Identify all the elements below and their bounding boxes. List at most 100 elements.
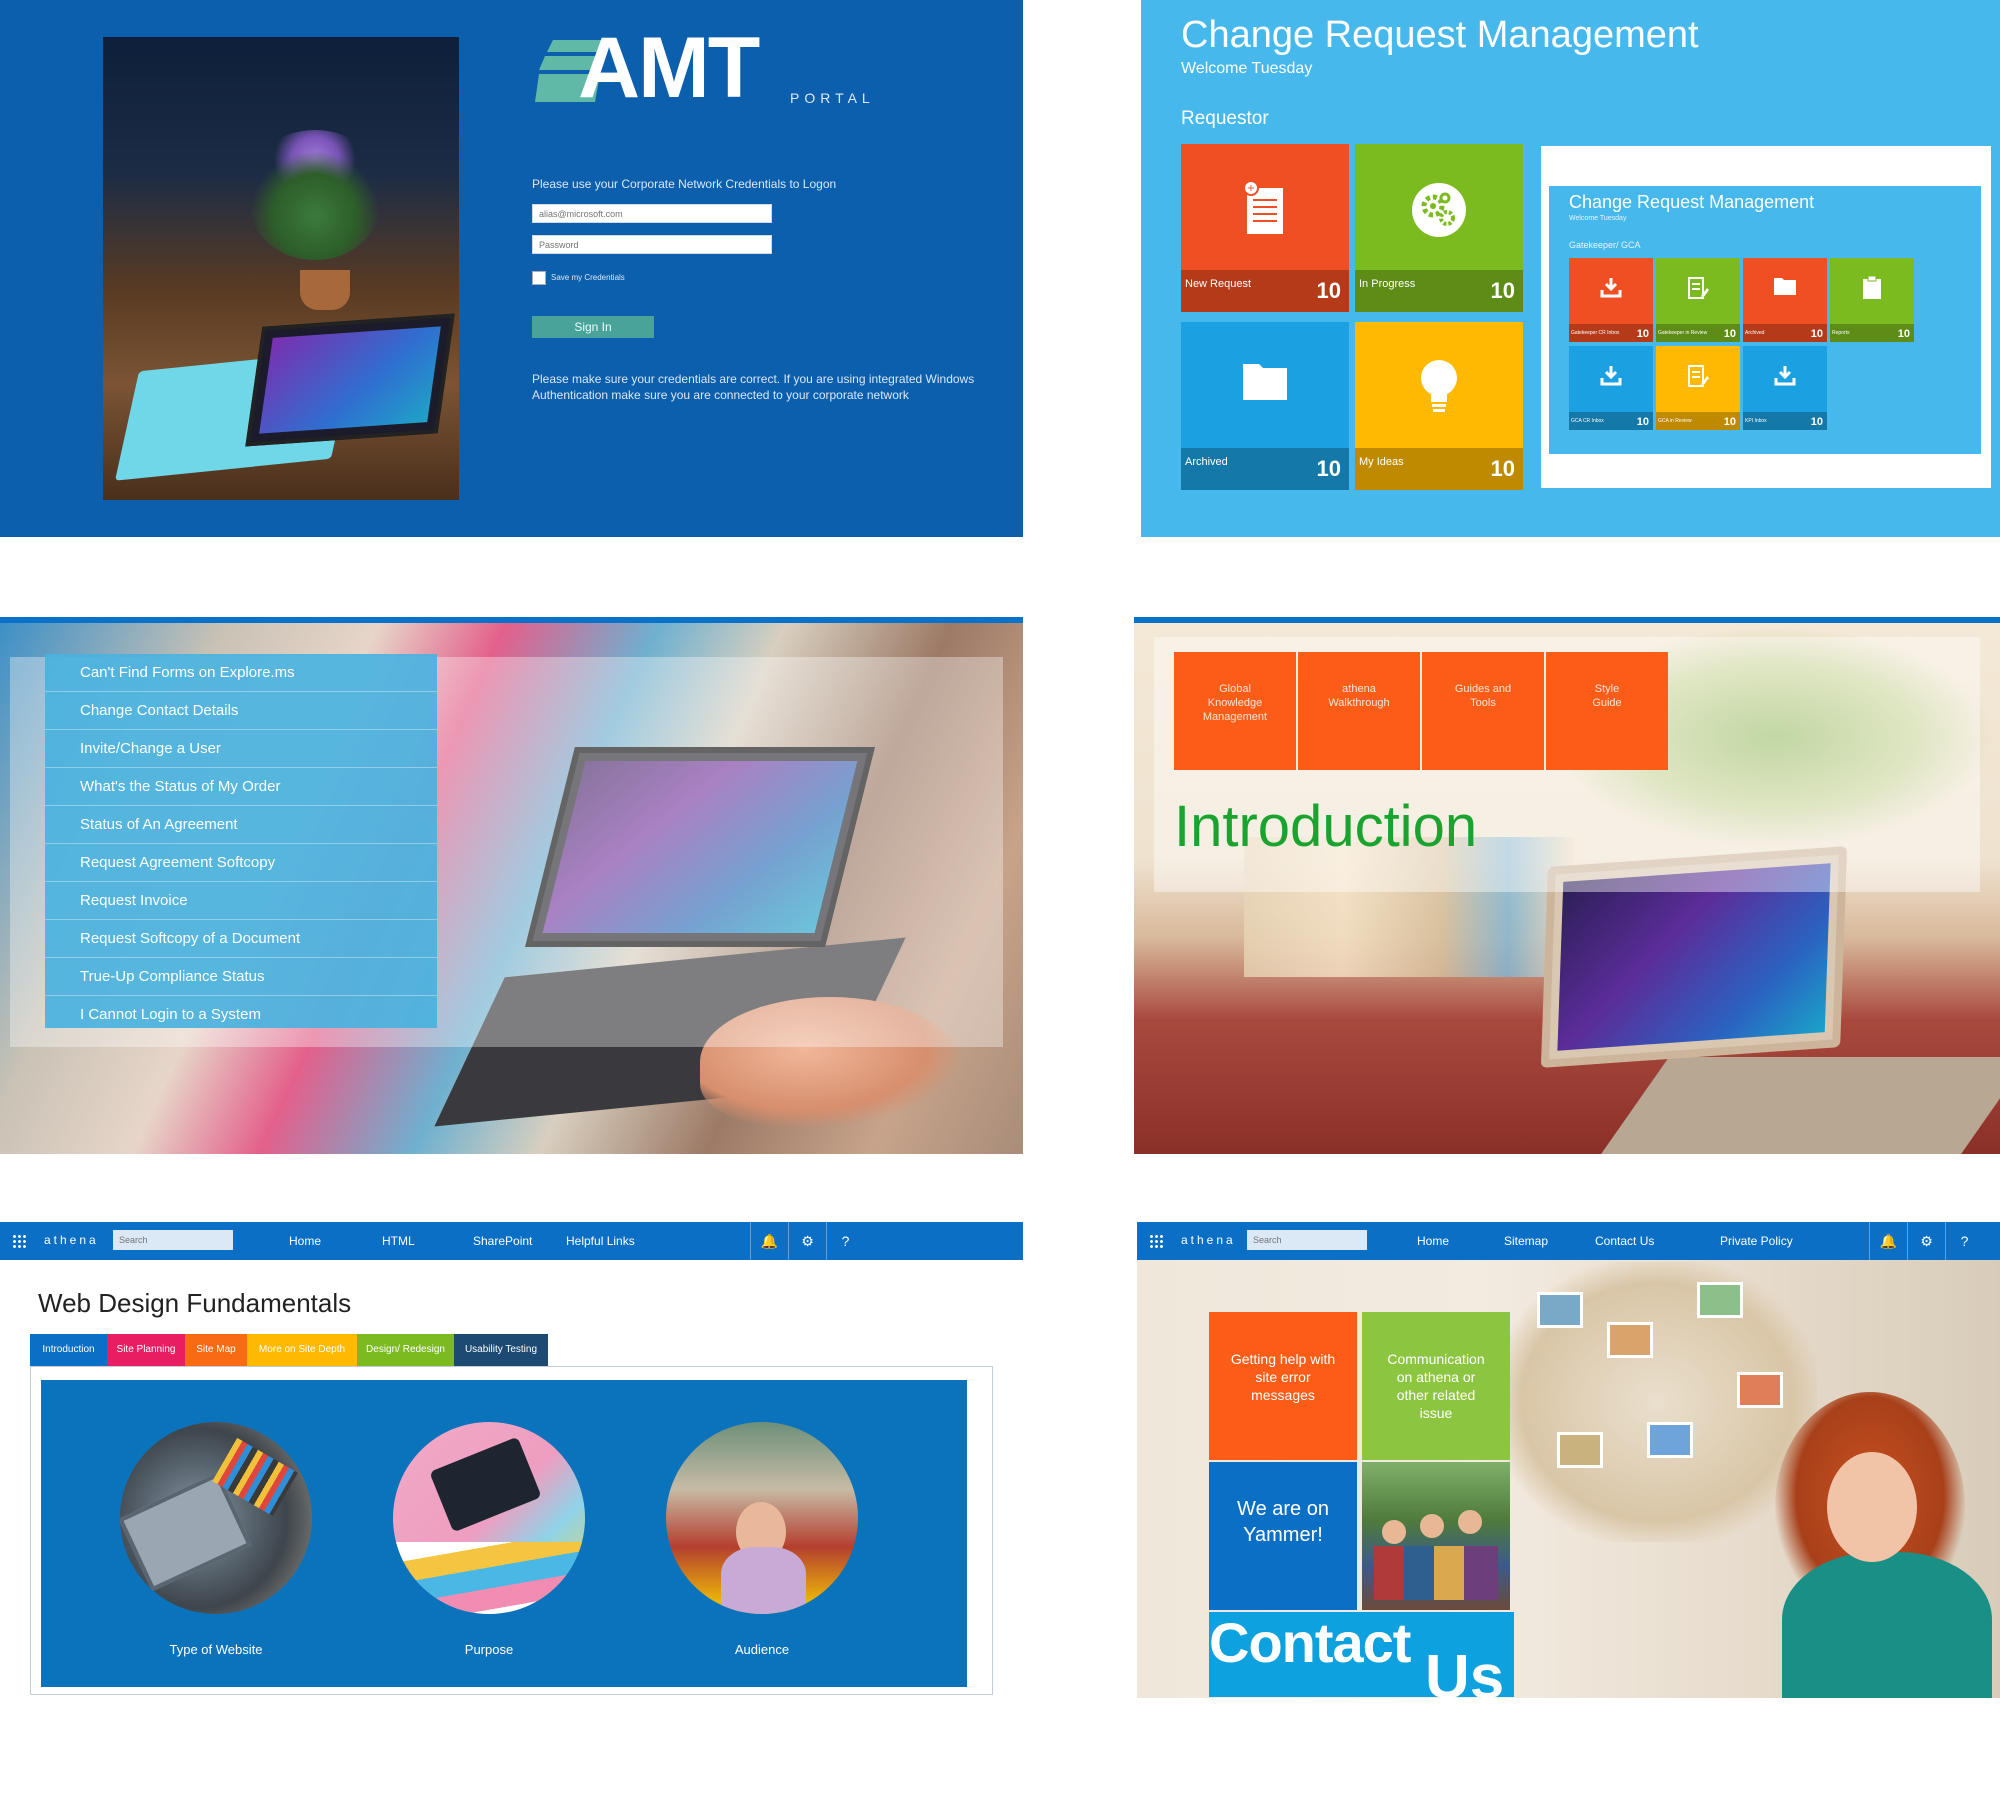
menu-item-agreement-softcopy[interactable]: Request Agreement Softcopy [45,844,437,882]
nav-contact-us[interactable]: Contact Us [1595,1234,1654,1248]
lightbulb-icon [1421,360,1457,412]
top-accent-bar [0,617,1023,623]
download-icon [1600,278,1622,298]
tile-line: Management [1202,711,1268,723]
document-icon: + [1243,180,1283,234]
username-input[interactable] [532,204,772,223]
tile-text: We are on Yammer! [1237,1498,1329,1546]
menu-item-order-status[interactable]: What's the Status of My Order [45,768,437,806]
download-icon [1600,366,1622,386]
app-launcher-icon[interactable] [1149,1234,1163,1248]
tile-gca-in-review[interactable]: GCA in Review 10 [1656,346,1740,430]
tile-gatekeeper-cr-inbox[interactable]: Gatekeeper CR Inbox 10 [1569,258,1653,342]
tile-communication-issue[interactable]: Communication on athena or other related… [1362,1312,1510,1460]
audience-image[interactable] [666,1422,858,1614]
menu-item-true-up[interactable]: True-Up Compliance Status [45,958,437,996]
app-launcher-icon[interactable] [12,1234,26,1248]
introduction-panel: Global Knowledge Management athena Walkt… [1134,617,2000,1154]
tile-athena-walkthrough[interactable]: athena Walkthrough [1298,652,1420,770]
nav-private-policy[interactable]: Private Policy [1720,1234,1793,1248]
tile-label: GCA in Review [1658,418,1692,424]
tile-yammer[interactable]: We are on Yammer! [1209,1462,1357,1610]
folder-icon [1243,364,1287,400]
tile-label: In Progress [1359,278,1416,290]
tile-line: Tools [1470,697,1496,709]
save-credentials-checkbox[interactable] [532,271,546,285]
tab-usability-testing[interactable]: Usability Testing [454,1334,548,1366]
tile-label: My Ideas [1359,456,1404,468]
nav-helpful-links[interactable]: Helpful Links [566,1234,635,1248]
tile-my-ideas[interactable]: My Ideas 10 [1355,322,1523,490]
tab-site-map[interactable]: Site Map [185,1334,247,1366]
tile-new-request[interactable]: + New Request 10 [1181,144,1349,312]
menu-item-request-invoice[interactable]: Request Invoice [45,882,437,920]
search-input[interactable] [1247,1230,1367,1250]
photo-plant [250,150,380,260]
bell-icon[interactable]: 🔔 [1869,1222,1907,1260]
tile-style-guide[interactable]: Style Guide [1546,652,1668,770]
menu-item-invite-user[interactable]: Invite/Change a User [45,730,437,768]
gear-icon[interactable]: ⚙ [1907,1222,1945,1260]
athena-nav-bar: athena Home HTML SharePoint Helpful Link… [0,1222,1023,1260]
tab-site-depth[interactable]: More on Site Depth [247,1334,357,1366]
tile-line: Global [1219,683,1251,695]
folder-icon [1774,278,1796,295]
help-icon[interactable]: ? [1945,1222,1983,1260]
amt-logo-text: AMT [578,20,760,116]
menu-item-document-softcopy[interactable]: Request Softcopy of a Document [45,920,437,958]
nav-sharepoint[interactable]: SharePoint [473,1234,532,1248]
tile-line: Guide [1592,697,1622,709]
tile-archived[interactable]: Archived 10 [1181,322,1349,490]
tile-count: 10 [1636,328,1649,340]
tile-count: 10 [1490,278,1515,303]
tile-in-progress[interactable]: In Progress 10 [1355,144,1523,312]
password-input[interactable] [532,235,772,254]
tile-count: 10 [1723,416,1736,428]
tile-count: 10 [1490,456,1515,481]
page-title: Web Design Fundamentals [38,1288,352,1318]
tab-design-redesign[interactable]: Design/ Redesign [357,1334,454,1366]
edit-document-icon [1688,277,1709,299]
purpose-image[interactable] [393,1422,585,1614]
photo-person-shirt [1782,1552,1992,1698]
tile-gca-cr-inbox[interactable]: GCA CR Inbox 10 [1569,346,1653,430]
gear-icon[interactable]: ⚙ [788,1222,826,1260]
help-topics-panel: Can't Find Forms on Explore.ms Change Co… [0,617,1023,1154]
tile-line: Guides and [1454,683,1512,695]
tile-count: 10 [1810,416,1823,428]
tile-guides-tools[interactable]: Guides and Tools [1422,652,1544,770]
tile-count: 10 [1723,328,1736,340]
search-input[interactable] [113,1230,233,1250]
tile-text: Communication on athena or other related… [1387,1351,1485,1421]
gears-icon [1412,183,1466,237]
photo-pot [300,270,350,310]
caption-audience: Audience [734,1642,790,1657]
tile-global-knowledge[interactable]: Global Knowledge Management [1174,652,1296,770]
nav-home[interactable]: Home [1417,1234,1449,1248]
tile-text: Getting help with site error messages [1230,1351,1336,1403]
tile-site-error-help[interactable]: Getting help with site error messages [1209,1312,1357,1460]
tab-introduction[interactable]: Introduction [30,1334,107,1366]
type-of-website-image[interactable] [120,1422,312,1614]
tile-label: Gatekeeper CR Inbox [1571,330,1620,336]
nav-html[interactable]: HTML [382,1234,415,1248]
login-prompt: Please use your Corporate Network Creden… [532,177,837,191]
login-note: Please make sure your credentials are co… [532,372,975,402]
nav-sitemap[interactable]: Sitemap [1504,1234,1548,1248]
tile-kpi-inbox[interactable]: KPI Inbox 10 [1743,346,1827,430]
tile-gatekeeper-archived[interactable]: Archived 10 [1743,258,1827,342]
menu-item-agreement-status[interactable]: Status of An Agreement [45,806,437,844]
menu-item-cant-find-forms[interactable]: Can't Find Forms on Explore.ms [45,654,437,692]
tile-gatekeeper-in-review[interactable]: Gatekeeper in Review 10 [1656,258,1740,342]
portal-label: PORTAL [790,90,875,106]
menu-item-cannot-login[interactable]: I Cannot Login to a System [45,996,437,1034]
menu-item-change-contact[interactable]: Change Contact Details [45,692,437,730]
sign-in-button[interactable]: Sign In [532,316,654,338]
tab-site-planning[interactable]: Site Planning [107,1334,185,1366]
photo-keyboard [1598,1057,2000,1154]
tile-reports[interactable]: Reports 10 [1830,258,1914,342]
help-icon[interactable]: ? [826,1222,864,1260]
bell-icon[interactable]: 🔔 [750,1222,788,1260]
nav-home[interactable]: Home [289,1234,321,1248]
tile-line: Walkthrough [1328,697,1390,709]
